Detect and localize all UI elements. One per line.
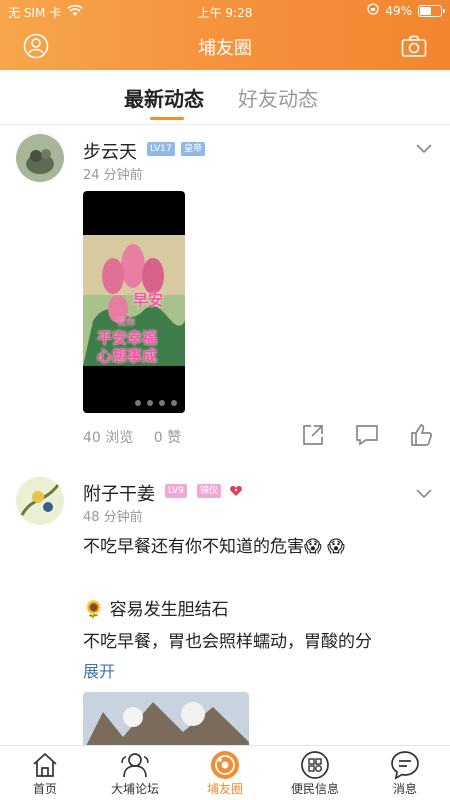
image-caption-1: 早安 bbox=[133, 291, 164, 309]
friends-circle-icon bbox=[180, 750, 270, 780]
user-name[interactable]: 附子干姜 bbox=[83, 480, 155, 506]
orientation-lock-icon bbox=[367, 3, 379, 18]
status-bar: 无 SIM 卡 上午 9:28 49% bbox=[0, 0, 450, 22]
post-video[interactable]: 早安 祝你 平安幸福 心想事成 bbox=[83, 191, 185, 413]
camera-icon[interactable] bbox=[400, 32, 428, 60]
view-count: 40 浏览 0 赞 bbox=[83, 430, 182, 446]
feed-tabs: 最新动态 好友动态 bbox=[0, 70, 450, 125]
message-icon bbox=[360, 750, 450, 780]
like-count: 0 赞 bbox=[153, 430, 182, 446]
tab-indicator bbox=[150, 117, 184, 120]
nav-messages[interactable]: 消息 bbox=[360, 750, 450, 797]
home-icon bbox=[0, 750, 90, 780]
level-badge: LV17 bbox=[147, 142, 175, 156]
post-time: 24 分钟前 bbox=[83, 168, 143, 183]
level-badge: LV9 bbox=[165, 484, 187, 498]
post-text-line: 不吃早餐还有你不知道的危害😱 😱 bbox=[83, 537, 345, 557]
share-icon[interactable] bbox=[300, 422, 326, 448]
nav-forum[interactable]: 大埔论坛 bbox=[90, 750, 180, 797]
post-text-line: 🌻 容易发生胆结石 bbox=[83, 600, 229, 620]
post-item: 附子干姜 LV9 锦仪 48 分钟前 不吃早餐还有你不知道的危害😱 😱 🌻 容易… bbox=[0, 470, 450, 752]
thumbs-up-icon[interactable] bbox=[408, 422, 434, 448]
post-image[interactable] bbox=[83, 692, 249, 752]
bottom-nav: 首页 大埔论坛 埔友圈 便民信息 消息 bbox=[0, 745, 450, 800]
tab-friends[interactable]: 好友动态 bbox=[238, 83, 318, 112]
title-badge: 锦仪 bbox=[197, 484, 222, 498]
header: 埔友圈 bbox=[0, 22, 450, 70]
battery-percent: 49% bbox=[385, 3, 412, 18]
chevron-down-icon[interactable] bbox=[416, 139, 432, 158]
heart-badge-icon bbox=[229, 483, 243, 502]
avatar[interactable] bbox=[16, 477, 64, 525]
title-badge: 皇帝 bbox=[181, 142, 206, 156]
user-name[interactable]: 步云天 bbox=[83, 138, 137, 164]
post-time: 48 分钟前 bbox=[83, 510, 143, 525]
services-icon bbox=[270, 750, 360, 780]
chevron-down-icon[interactable] bbox=[416, 484, 432, 503]
nav-friends-circle[interactable]: 埔友圈 bbox=[180, 750, 270, 797]
comment-icon[interactable] bbox=[354, 422, 380, 448]
battery-icon bbox=[418, 4, 445, 17]
tab-latest[interactable]: 最新动态 bbox=[124, 83, 204, 112]
nav-services[interactable]: 便民信息 bbox=[270, 750, 360, 797]
post-text-line: 不吃早餐，胃也会照样蠕动，胃酸的分 bbox=[83, 632, 372, 652]
image-caption-4: 心想事成 bbox=[97, 347, 158, 365]
page-title: 埔友圈 bbox=[198, 38, 252, 59]
avatar[interactable] bbox=[16, 134, 64, 182]
forum-icon bbox=[90, 750, 180, 780]
nav-home[interactable]: 首页 bbox=[0, 750, 90, 797]
expand-link[interactable]: 展开 bbox=[83, 658, 115, 682]
post-item: 步云天 LV17 皇帝 24 分钟前 早安 祝你 平安幸福 心想事成 40 浏览… bbox=[0, 125, 450, 460]
